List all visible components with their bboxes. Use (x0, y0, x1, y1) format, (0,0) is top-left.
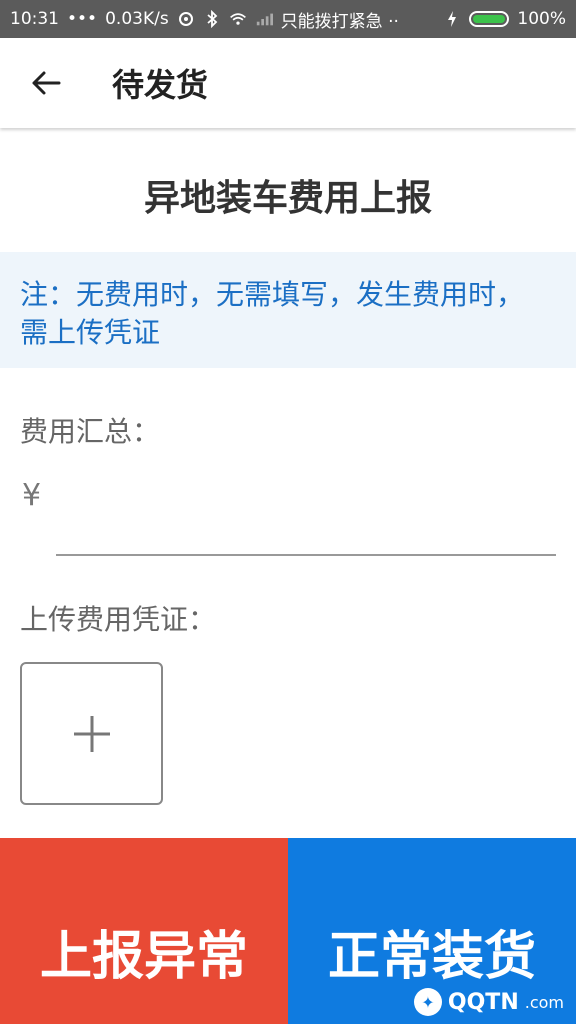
watermark: ✦ QQTN .com (413, 988, 564, 1016)
status-bar: 10:31 ••• 0.03K/s 只能拨打紧急 ·· 100% (0, 0, 576, 38)
bluetooth-icon (203, 10, 221, 28)
back-button[interactable] (20, 57, 72, 109)
watermark-suffix: .com (524, 992, 564, 1012)
arrow-left-icon (32, 71, 61, 95)
notice-banner: 注：无费用时，无需填写，发生费用时，需上传凭证 (0, 252, 576, 368)
watermark-logo-icon: ✦ (413, 988, 442, 1016)
status-carrier: 只能拨打紧急 ·· (280, 11, 399, 32)
upload-label: 上传费用凭证： (20, 603, 217, 636)
amount-input[interactable] (56, 470, 556, 556)
status-dots: ••• (67, 9, 98, 29)
page-heading: 异地装车费用上报 (143, 178, 432, 219)
app-bar: 待发货 (0, 38, 576, 128)
currency-symbol: ¥ (22, 478, 42, 513)
status-speed: 0.03K/s (105, 9, 169, 29)
add-voucher-button[interactable] (20, 662, 163, 805)
signal-icon (255, 10, 273, 28)
app-title: 待发货 (112, 66, 209, 104)
sync-icon (177, 10, 195, 28)
status-right: 100% (443, 9, 566, 29)
status-left: 10:31 ••• 0.03K/s 只能拨打紧急 ·· (10, 7, 443, 32)
battery-icon (469, 11, 510, 27)
total-label: 费用汇总： (20, 415, 161, 448)
status-battery: 100% (517, 9, 566, 29)
plus-icon (73, 715, 110, 752)
status-time: 10:31 (10, 9, 59, 29)
wifi-icon (229, 10, 247, 28)
charging-icon (443, 10, 461, 28)
watermark-text: QQTN (447, 989, 519, 1015)
report-abnormal-button[interactable]: 上报异常 (0, 838, 288, 1024)
